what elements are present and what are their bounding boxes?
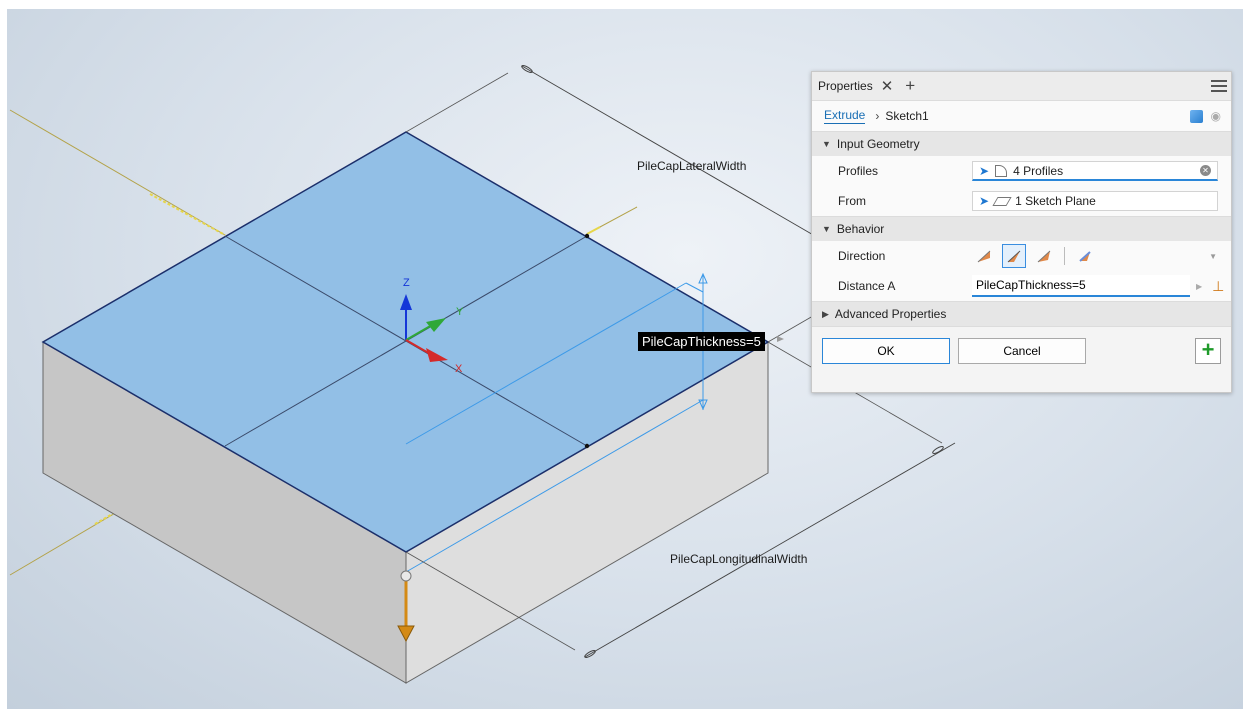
profiles-row: Profiles ➤ 4 Profiles ✕ [812,156,1231,186]
profile-icon [995,164,1008,177]
add-tab-icon[interactable]: + [905,76,915,96]
thickness-dimension-tag[interactable]: PileCapThickness=5 [638,332,765,351]
close-icon[interactable]: ✕ [881,77,894,95]
collapse-triangle-icon: ▼ [822,139,831,149]
breadcrumb-sketch: Sketch1 [885,109,929,123]
distance-a-input[interactable] [972,275,1190,297]
flip-direction-icon[interactable]: ⊥ [1212,278,1224,295]
from-label: From [838,194,866,208]
breadcrumb-extrude-link[interactable]: Extrude [824,108,866,124]
dialog-buttons: OK Cancel + [812,326,1231,375]
select-arrow-icon: ➤ [979,194,990,208]
longitudinal-width-label[interactable]: PileCapLongitudinalWidth [670,552,807,566]
direction-row: Direction ▼ [812,241,1231,271]
collapse-triangle-icon: ▼ [822,224,831,234]
panel-tab-bar: Properties ✕ + [812,72,1231,101]
apply-plus-icon[interactable]: + [1195,338,1221,364]
breadcrumb: Extrude › Sketch1 ◉ [812,101,1231,131]
work-axis-line [9,109,226,236]
section-behavior-label: Behavior [836,222,885,236]
work-axis-highlight [586,226,601,235]
section-advanced-label: Advanced Properties [834,307,947,321]
panel-menu-icon[interactable] [1211,80,1227,92]
x-axis-label: X [455,363,463,375]
distance-row: Distance A ▶ ⊥ [812,271,1231,301]
work-axis-highlight [149,193,226,236]
thickness-manipulator-icon[interactable] [777,336,784,342]
from-row: From ➤ 1 Sketch Plane [812,186,1231,216]
direction-default-icon[interactable] [972,244,996,268]
chevron-right-icon: › [875,109,880,123]
direction-buttons [972,244,1097,268]
solid-body-icon[interactable] [1189,109,1203,123]
visibility-eye-icon[interactable]: ◉ [1211,109,1221,123]
direction-flipped-icon[interactable] [1002,244,1026,268]
extension-line [405,72,509,133]
chevron-down-icon[interactable]: ▼ [1209,252,1217,261]
from-value: 1 Sketch Plane [1015,194,1096,208]
properties-tab-label[interactable]: Properties [818,79,873,93]
from-selector[interactable]: ➤ 1 Sketch Plane [972,191,1218,211]
section-input-geometry[interactable]: ▼ Input Geometry [812,131,1231,156]
cancel-button[interactable]: Cancel [958,338,1086,364]
z-axis-label: Z [403,277,410,289]
direction-asymmetric-icon[interactable] [1073,244,1097,268]
section-input-geometry-label: Input Geometry [836,137,920,151]
clear-selection-icon[interactable]: ✕ [1200,165,1211,176]
section-advanced-properties[interactable]: ▶ Advanced Properties [812,301,1231,326]
expand-triangle-icon: ▶ [822,308,829,319]
section-behavior[interactable]: ▼ Behavior [812,216,1231,241]
ok-button[interactable]: OK [822,338,950,364]
select-arrow-icon: ➤ [979,163,990,178]
direction-label: Direction [838,249,886,263]
direction-symmetric-icon[interactable] [1032,244,1056,268]
profiles-selector[interactable]: ➤ 4 Profiles ✕ [972,161,1218,181]
y-axis-label: Y [456,306,464,318]
lateral-width-label[interactable]: PileCapLateralWidth [637,159,746,173]
preview-edge [685,282,704,293]
sketch-point[interactable] [584,233,590,239]
properties-panel: Properties ✕ + Extrude › Sketch1 ◉ ▼ Inp… [811,71,1232,393]
distance-label: Distance A [838,279,896,293]
divider [1064,247,1065,265]
manipulator-handle[interactable] [400,570,412,582]
sketch-plane-icon [992,196,1012,206]
properties-tab[interactable]: Properties ✕ + [818,76,915,96]
profiles-value: 4 Profiles [1013,163,1064,178]
expand-arrow-icon[interactable]: ▶ [1196,282,1202,291]
profiles-label: Profiles [838,164,879,178]
sketch-point[interactable] [584,443,590,449]
